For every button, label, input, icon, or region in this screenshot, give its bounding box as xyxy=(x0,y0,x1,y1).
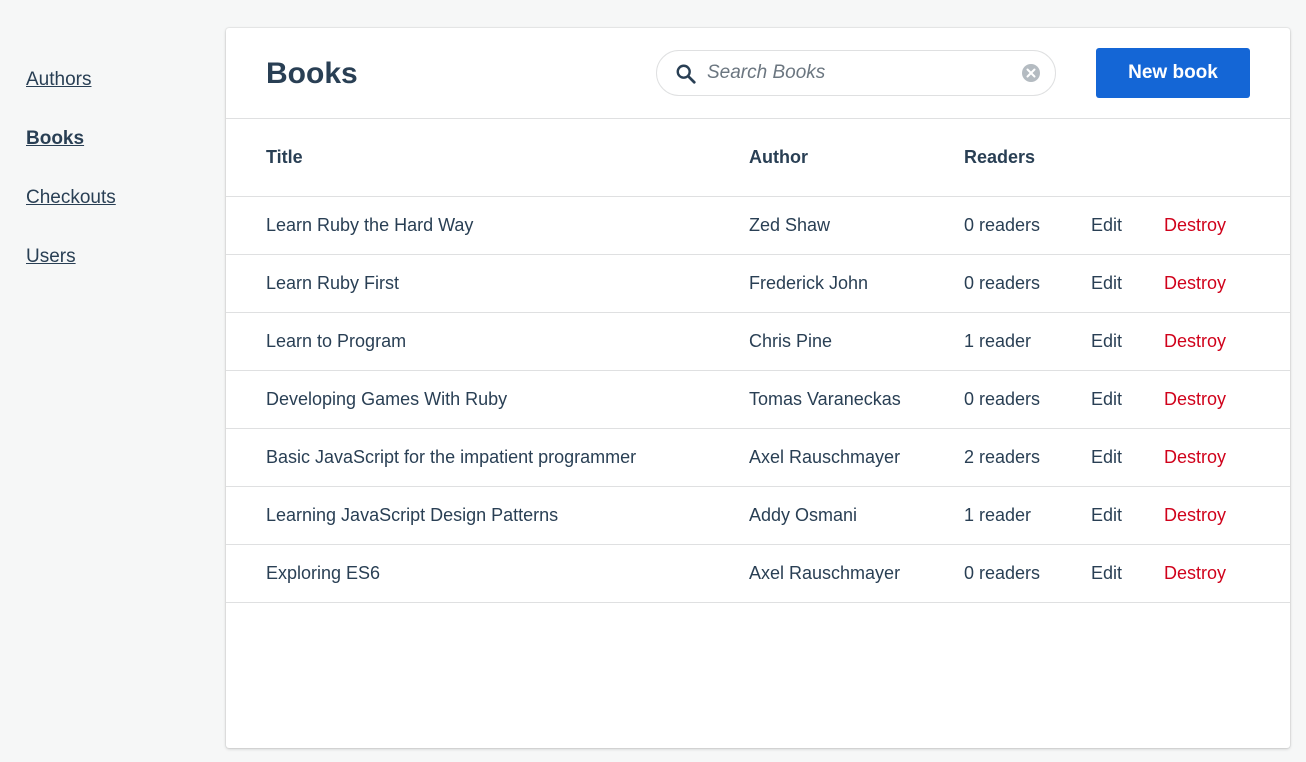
edit-link[interactable]: Edit xyxy=(1091,273,1122,293)
table-row[interactable]: Exploring ES6 Axel Rauschmayer 0 readers… xyxy=(226,544,1290,603)
cell-title: Learning JavaScript Design Patterns xyxy=(226,486,749,545)
sidebar-nav: Authors Books Checkouts Users xyxy=(26,66,206,302)
edit-link[interactable]: Edit xyxy=(1091,563,1122,583)
table-row[interactable]: Learn to Program Chris Pine 1 reader Edi… xyxy=(226,312,1290,371)
column-header-author[interactable]: Author xyxy=(749,119,964,197)
cell-author: Zed Shaw xyxy=(749,196,964,255)
cell-author: Tomas Varaneckas xyxy=(749,370,964,429)
sidebar-item-authors[interactable]: Authors xyxy=(26,66,206,125)
edit-link[interactable]: Edit xyxy=(1091,215,1122,235)
search-box xyxy=(656,50,1056,96)
new-book-button[interactable]: New book xyxy=(1096,48,1250,98)
column-header-title[interactable]: Title xyxy=(226,119,749,197)
destroy-link[interactable]: Destroy xyxy=(1164,563,1226,583)
cell-readers: 0 readers xyxy=(964,254,1091,313)
column-header-readers[interactable]: Readers xyxy=(964,119,1091,197)
main-panel: Books New book Title Author Readers xyxy=(226,28,1290,748)
edit-link[interactable]: Edit xyxy=(1091,389,1122,409)
sidebar-item-users[interactable]: Users xyxy=(26,243,206,302)
cell-title: Developing Games With Ruby xyxy=(226,370,749,429)
cell-title: Learn Ruby First xyxy=(226,254,749,313)
cell-author: Frederick John xyxy=(749,254,964,313)
search-icon xyxy=(676,64,696,84)
cell-readers: 0 readers xyxy=(964,370,1091,429)
cell-author: Axel Rauschmayer xyxy=(749,544,964,603)
cell-readers: 0 readers xyxy=(964,544,1091,603)
table-row[interactable]: Basic JavaScript for the impatient progr… xyxy=(226,428,1290,487)
clear-icon[interactable] xyxy=(1021,63,1041,83)
column-header-destroy xyxy=(1164,119,1290,197)
destroy-link[interactable]: Destroy xyxy=(1164,331,1226,351)
cell-title: Exploring ES6 xyxy=(226,544,749,603)
search-input[interactable] xyxy=(707,57,1007,89)
cell-title: Learn to Program xyxy=(226,312,749,371)
cell-author: Chris Pine xyxy=(749,312,964,371)
table-row[interactable]: Developing Games With Ruby Tomas Varanec… xyxy=(226,370,1290,429)
cell-title: Learn Ruby the Hard Way xyxy=(226,196,749,255)
edit-link[interactable]: Edit xyxy=(1091,447,1122,467)
cell-readers: 1 reader xyxy=(964,486,1091,545)
cell-author: Addy Osmani xyxy=(749,486,964,545)
page-title: Books xyxy=(266,57,358,90)
cell-readers: 1 reader xyxy=(964,312,1091,371)
column-header-edit xyxy=(1091,119,1164,197)
page-header: Books New book xyxy=(226,28,1290,119)
cell-readers: 2 readers xyxy=(964,428,1091,487)
destroy-link[interactable]: Destroy xyxy=(1164,389,1226,409)
destroy-link[interactable]: Destroy xyxy=(1164,273,1226,293)
sidebar-item-checkouts[interactable]: Checkouts xyxy=(26,184,206,243)
destroy-link[interactable]: Destroy xyxy=(1164,505,1226,525)
books-table: Title Author Readers Learn Ruby the Hard… xyxy=(226,119,1290,603)
cell-title: Basic JavaScript for the impatient progr… xyxy=(226,428,749,487)
edit-link[interactable]: Edit xyxy=(1091,331,1122,351)
cell-author: Axel Rauschmayer xyxy=(749,428,964,487)
table-header-row: Title Author Readers xyxy=(226,119,1290,197)
table-row[interactable]: Learn Ruby the Hard Way Zed Shaw 0 reade… xyxy=(226,196,1290,255)
cell-readers: 0 readers xyxy=(964,196,1091,255)
destroy-link[interactable]: Destroy xyxy=(1164,215,1226,235)
edit-link[interactable]: Edit xyxy=(1091,505,1122,525)
sidebar-item-books[interactable]: Books xyxy=(26,125,206,184)
table-row[interactable]: Learn Ruby First Frederick John 0 reader… xyxy=(226,254,1290,313)
table-row[interactable]: Learning JavaScript Design Patterns Addy… xyxy=(226,486,1290,545)
destroy-link[interactable]: Destroy xyxy=(1164,447,1226,467)
